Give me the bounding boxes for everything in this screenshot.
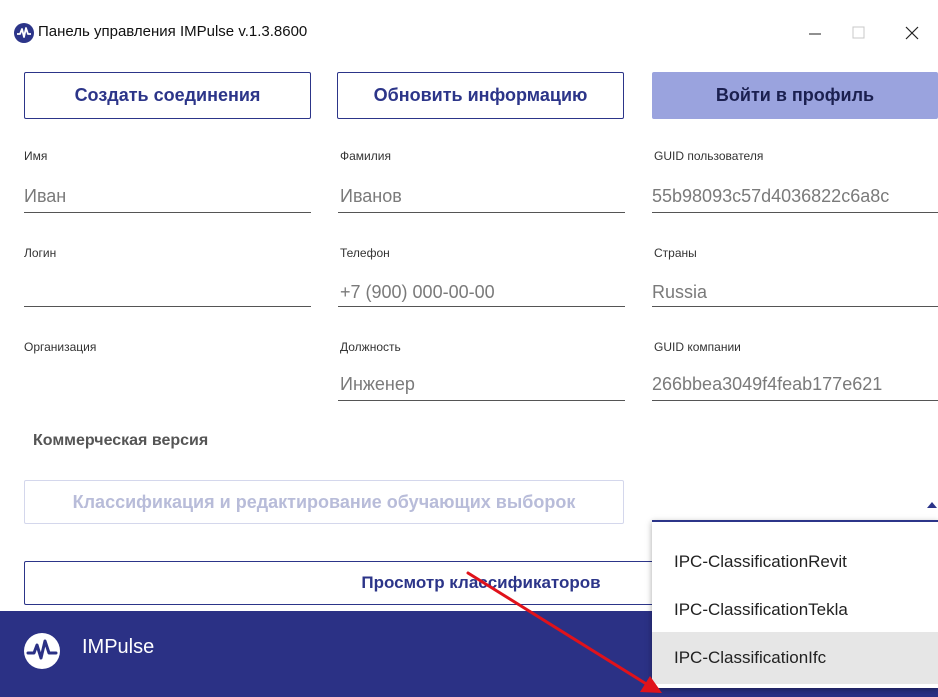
country-field[interactable]: Russia	[652, 282, 707, 303]
first-name-underline	[24, 212, 311, 213]
commercial-section-title: Коммерческая версия	[33, 432, 209, 449]
first-name-label: Имя	[24, 149, 48, 163]
maximize-button[interactable]	[839, 18, 879, 48]
first-name-field[interactable]: Иван	[24, 186, 66, 207]
impulse-logo-icon	[14, 23, 34, 43]
dropdown-option-tekla[interactable]: IPC-ClassificationTekla	[652, 584, 938, 636]
organization-label: Организация	[24, 340, 97, 354]
close-button[interactable]	[892, 18, 932, 48]
minimize-button[interactable]	[795, 18, 835, 48]
create-connection-button[interactable]: Создать соединения	[24, 72, 311, 119]
login-profile-button[interactable]: Войти в профиль	[652, 72, 938, 119]
company-guid-underline	[652, 400, 938, 401]
user-guid-label: GUID пользователя	[654, 149, 764, 163]
classifier-dropdown[interactable]: IPC-ClassificationRevit IPC-Classificati…	[652, 520, 938, 688]
caret-up-icon[interactable]	[927, 502, 937, 508]
dropdown-option-revit[interactable]: IPC-ClassificationRevit	[652, 536, 938, 588]
classify-datasets-button[interactable]: Классификация и редактирование обучающих…	[24, 480, 624, 524]
position-field[interactable]: Инженер	[340, 374, 415, 395]
login-underline	[24, 306, 311, 307]
login-label: Логин	[24, 246, 57, 260]
footer-brand: IMPulse	[82, 636, 155, 658]
impulse-logo-icon	[24, 633, 60, 669]
position-underline	[338, 400, 625, 401]
refresh-info-button[interactable]: Обновить информацию	[337, 72, 624, 119]
company-guid-label: GUID компании	[654, 340, 741, 354]
window-title: Панель управления IMPulse v.1.3.8600	[38, 23, 308, 40]
dropdown-option-ifc[interactable]: IPC-ClassificationIfc	[652, 632, 938, 684]
last-name-underline	[338, 212, 625, 213]
phone-label: Телефон	[340, 246, 390, 260]
phone-field[interactable]: +7 (900) 000-00-00	[340, 282, 495, 303]
country-underline	[652, 306, 938, 307]
position-label: Должность	[340, 340, 401, 354]
company-guid-field[interactable]: 266bbea3049f4feab177e621	[652, 374, 882, 395]
title-bar: Панель управления IMPulse v.1.3.8600	[0, 0, 938, 62]
country-label: Страны	[654, 246, 697, 260]
user-guid-underline	[652, 212, 938, 213]
phone-underline	[338, 306, 625, 307]
last-name-label: Фамилия	[340, 149, 391, 163]
last-name-field[interactable]: Иванов	[340, 186, 402, 207]
user-guid-field[interactable]: 55b98093c57d4036822c6a8c	[652, 186, 889, 207]
